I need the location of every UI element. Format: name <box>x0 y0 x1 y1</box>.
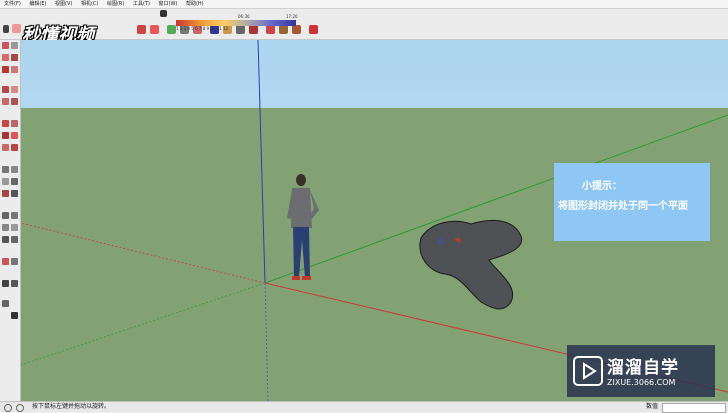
sandbox-icon[interactable] <box>2 280 9 287</box>
play-logo-icon <box>573 356 603 386</box>
model-viewport[interactable]: 小提示： 将图形封闭并处于同一个平面 溜溜自学 ZIXUE.3066.COM <box>21 40 728 401</box>
select-icon[interactable] <box>11 42 18 49</box>
tape-measure-icon[interactable] <box>2 166 9 173</box>
select-arrow-icon[interactable] <box>3 25 9 33</box>
measure-input[interactable] <box>662 403 726 413</box>
watermark-title: 溜溜自学 <box>607 358 679 378</box>
status-bar: 按下鼠标左键并拖动以旋转。 数值 <box>0 401 728 413</box>
arc-icon[interactable] <box>11 98 18 105</box>
section-tool-icon[interactable] <box>2 258 9 265</box>
freehand-icon[interactable] <box>11 66 18 73</box>
look-around-icon[interactable] <box>11 236 18 243</box>
dimension-icon[interactable] <box>11 166 18 173</box>
menu-view[interactable]: 视图(V) <box>55 1 72 7</box>
left-tool-palette <box>0 40 21 401</box>
rotate-tool-icon[interactable] <box>11 132 18 139</box>
axes-tool-icon[interactable] <box>2 190 9 197</box>
orbit-tool-icon[interactable] <box>2 212 9 219</box>
menu-file[interactable]: 文件(F) <box>4 1 21 7</box>
walk-icon[interactable] <box>2 236 9 243</box>
menu-help[interactable]: 帮助(H) <box>186 1 204 7</box>
time-right-label: 17:20 <box>286 14 298 19</box>
menu-tools[interactable]: 工具(T) <box>133 1 150 7</box>
red-axis-dotted <box>21 222 266 284</box>
main-toolbar: 秒懂视频 1 2 3 4 5 6 7 8 9 10 11 12 06:30 17… <box>0 9 728 46</box>
blue-axis-dotted <box>264 282 269 401</box>
scale-tool-icon[interactable] <box>2 144 9 151</box>
follow-me-icon[interactable] <box>11 120 18 127</box>
blue-axis <box>257 40 266 284</box>
scale-figure <box>287 174 319 280</box>
menu-bar: 文件(F) 编辑(E) 视图(V) 相机(C) 绘图(R) 工具(T) 窗口(W… <box>0 0 728 9</box>
offset-tool-icon[interactable] <box>11 144 18 151</box>
move-tool-icon[interactable] <box>2 132 9 139</box>
circle-icon[interactable] <box>11 86 18 93</box>
month-ticks: 1 2 3 4 5 6 7 8 9 10 11 12 <box>176 26 229 31</box>
eraser-tool-icon[interactable] <box>2 54 9 61</box>
menu-camera[interactable]: 相机(C) <box>81 1 98 7</box>
pan-tool-icon[interactable] <box>11 212 18 219</box>
closed-face-shape <box>419 219 523 310</box>
menu-window[interactable]: 窗口(W) <box>159 1 178 7</box>
watermark-url: ZIXUE.3066.COM <box>607 378 676 387</box>
menu-draw[interactable]: 绘图(R) <box>107 1 124 7</box>
crosshair-icon[interactable] <box>11 312 18 319</box>
tip-body: 将图形封闭并处于同一个平面 <box>558 201 688 212</box>
menu-edit[interactable]: 编辑(E) <box>29 1 46 7</box>
zoom-extents-icon[interactable] <box>11 224 18 231</box>
tip-box: 小提示： 将图形封闭并处于同一个平面 <box>554 163 710 241</box>
time-left-label: 06:30 <box>238 14 250 19</box>
position-camera-icon[interactable] <box>11 258 18 265</box>
eraser-icon[interactable] <box>12 24 21 33</box>
polygon-icon[interactable] <box>2 98 9 105</box>
text-tool-icon[interactable] <box>11 178 18 185</box>
watermark-box: 溜溜自学 ZIXUE.3066.COM <box>567 345 715 397</box>
3d-text-icon[interactable] <box>11 190 18 197</box>
pan-icon[interactable] <box>167 25 176 34</box>
push-pull-icon[interactable] <box>2 120 9 127</box>
drape-icon[interactable] <box>11 280 18 287</box>
pencil-icon[interactable] <box>11 54 18 61</box>
orbit-icon[interactable] <box>137 25 146 34</box>
grid-icon[interactable] <box>2 300 9 307</box>
line-icon[interactable] <box>2 66 9 73</box>
shadows-icon[interactable] <box>160 10 167 17</box>
section-plane-icon[interactable] <box>150 25 159 34</box>
protractor-icon[interactable] <box>2 178 9 185</box>
tip-title: 小提示： <box>582 181 622 192</box>
green-axis-dotted <box>21 282 266 366</box>
warehouse-icon[interactable] <box>309 25 318 34</box>
zoom-tool-icon[interactable] <box>2 224 9 231</box>
rectangle-icon[interactable] <box>2 86 9 93</box>
paint-icon[interactable] <box>2 42 9 49</box>
